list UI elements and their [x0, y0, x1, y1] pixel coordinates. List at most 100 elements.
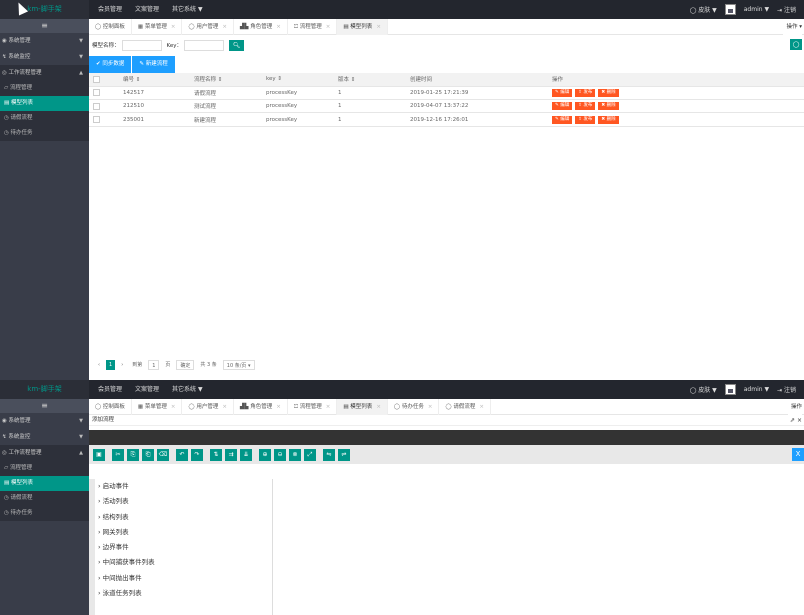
sync-button[interactable]: ✔ 同步数据 — [89, 55, 132, 73]
sidebar-sub-process[interactable]: ▱ 流程管理 — [0, 81, 89, 96]
zoom-in-icon[interactable]: ⊕ — [259, 448, 271, 461]
nav-member[interactable]: 会员管理 — [98, 380, 122, 399]
window-controls[interactable]: ⇗ × — [790, 415, 802, 426]
edit-button[interactable]: ✎ 编辑 — [552, 102, 573, 111]
tab-menu[interactable]: ▦ 菜单管理 × — [132, 399, 183, 415]
tab-dashboard[interactable]: ◯ 控制面板 — [89, 399, 132, 415]
checkbox[interactable] — [93, 89, 100, 97]
select-all-cell[interactable] — [89, 73, 119, 87]
close-icon[interactable]: × — [276, 404, 281, 410]
close-icon[interactable]: × — [479, 404, 484, 410]
publish-button[interactable]: ⇪ 发布 — [575, 115, 596, 124]
col-name[interactable]: 流程名称 ⇕ — [190, 73, 262, 87]
tab-leave[interactable]: ◯ 请假流程 × — [439, 399, 491, 415]
close-icon[interactable]: × — [376, 24, 381, 30]
col-id[interactable]: 编号 ⇕ — [119, 73, 190, 87]
tab-process[interactable]: ⏍ 流程管理 × — [288, 19, 338, 35]
align-vertical-icon[interactable]: ⇅ — [210, 448, 222, 461]
sidebar-item-system[interactable]: ◉ 系统管理 ▼ — [0, 413, 89, 429]
publish-button[interactable]: ⇪ 发布 — [575, 102, 596, 111]
avatar[interactable] — [724, 384, 736, 395]
next-page-button[interactable]: › — [118, 360, 126, 370]
row-select[interactable] — [89, 86, 119, 101]
close-icon[interactable]: × — [276, 24, 281, 30]
tab-dashboard[interactable]: ◯ 控制面板 — [89, 19, 132, 35]
checkbox[interactable] — [93, 75, 100, 83]
align-horizontal-icon[interactable]: ⇉ — [225, 448, 237, 461]
table-row[interactable]: 142517 请假流程 processKey 1 2019-01-25 17:2… — [89, 86, 804, 101]
copy-icon[interactable]: ⎘ — [127, 448, 139, 461]
close-icon[interactable]: × — [222, 24, 227, 30]
close-designer-button[interactable]: X — [792, 448, 804, 461]
sidebar-sub-models[interactable]: ▤ 模型列表 — [0, 476, 89, 491]
sidebar-sub-leave[interactable]: ◷ 请假流程 — [0, 491, 89, 506]
checkbox[interactable] — [93, 102, 100, 110]
close-icon[interactable]: × — [171, 404, 176, 410]
bend-remove-icon[interactable]: ⇌ — [338, 448, 350, 461]
page-1-button[interactable]: 1 — [106, 360, 116, 370]
table-row[interactable]: 235001 新建流程 processKey 1 2019-12-16 17:2… — [89, 112, 804, 127]
zoom-out-icon[interactable]: ⊖ — [274, 448, 286, 461]
close-icon[interactable]: × — [428, 404, 433, 410]
sidebar-sub-leave[interactable]: ◷ 请假流程 — [0, 111, 89, 126]
cut-icon[interactable]: ✂ — [112, 448, 124, 461]
tab-model-list[interactable]: ▤ 模型列表 × — [337, 399, 388, 415]
palette-gateways[interactable]: › 网关列表 — [95, 525, 272, 540]
sidebar-item-workflow[interactable]: ◎ 工作流程管理 ▲ — [0, 65, 89, 81]
tab-model-list[interactable]: ▤ 模型列表 × — [337, 19, 388, 35]
table-row[interactable]: 212510 测试流程 processKey 1 2019-04-07 13:3… — [89, 99, 804, 114]
menu-toggle-icon[interactable]: ≡ — [0, 399, 89, 413]
sidebar-item-monitor[interactable]: ↯ 系统监控 ▼ — [0, 429, 89, 445]
delete-icon[interactable]: ⌫ — [157, 448, 169, 461]
paste-icon[interactable]: ⎗ — [142, 448, 154, 461]
palette-start-events[interactable]: › 启动事件 — [95, 479, 272, 494]
checkbox[interactable] — [93, 116, 100, 124]
delete-button[interactable]: ✖ 删除 — [598, 115, 619, 124]
tab-user[interactable]: ◯ 用户管理 × — [182, 19, 234, 35]
user-menu[interactable]: admin ▼ — [744, 386, 769, 393]
app-logo[interactable]: km-脚手架 — [0, 0, 89, 19]
palette-throw-events[interactable]: › 中间抛出事件 — [95, 571, 272, 586]
skin-menu[interactable]: ◯ 皮肤 ▼ — [690, 5, 717, 14]
menu-toggle-icon[interactable]: ≡ — [0, 19, 89, 33]
user-menu[interactable]: admin ▼ — [744, 6, 769, 13]
tab-ops-menu[interactable]: 操作 — [787, 399, 802, 415]
row-select[interactable] — [89, 99, 119, 114]
tab-process[interactable]: ⏍ 流程管理 × — [288, 399, 338, 415]
delete-button[interactable]: ✖ 删除 — [598, 88, 619, 97]
key-input[interactable] — [184, 39, 224, 51]
close-icon[interactable]: × — [326, 24, 331, 30]
goto-page-input[interactable]: 1 — [148, 360, 160, 370]
close-icon[interactable]: × — [376, 404, 381, 410]
sidebar-sub-todo[interactable]: ◷ 待办任务 — [0, 126, 89, 141]
row-select[interactable] — [89, 112, 119, 127]
palette-boundary-events[interactable]: › 边界事件 — [95, 540, 272, 555]
logout-link[interactable]: ⇥ 注销 — [777, 5, 796, 14]
tab-role[interactable]: ▟▙ 角色管理 × — [234, 19, 288, 35]
design-canvas[interactable] — [274, 479, 804, 615]
goto-confirm-button[interactable]: 确定 — [176, 360, 195, 370]
close-icon[interactable]: × — [171, 24, 176, 30]
sidebar-sub-models[interactable]: ▤ 模型列表 — [0, 96, 89, 111]
search-button[interactable]: 🔍︎ — [229, 39, 244, 51]
publish-button[interactable]: ⇪ 发布 — [575, 88, 596, 97]
col-key[interactable]: key ⇕ — [262, 73, 334, 87]
model-name-input[interactable] — [121, 39, 162, 51]
prev-page-button[interactable]: ‹ — [95, 360, 103, 370]
same-size-icon[interactable]: ⇊ — [240, 448, 252, 461]
edit-button[interactable]: ✎ 编辑 — [552, 88, 573, 97]
tab-todo[interactable]: ◯ 待办任务 × — [388, 399, 440, 415]
save-icon[interactable]: ▣ — [93, 448, 105, 461]
palette-swimlanes[interactable]: › 泳道任务列表 — [95, 586, 272, 601]
app-logo[interactable]: km-脚手架 — [0, 380, 89, 399]
close-icon[interactable]: × — [222, 404, 227, 410]
col-version[interactable]: 版本 ⇕ — [334, 73, 406, 87]
sidebar-item-system[interactable]: ◉ 系统管理 ▼ — [0, 33, 89, 49]
redo-icon[interactable]: ↷ — [191, 448, 203, 461]
nav-other[interactable]: 其它系统 ▼ — [172, 0, 203, 19]
close-icon[interactable]: × — [326, 404, 331, 410]
page-size-select[interactable]: 10 条/页 ▾ — [222, 360, 255, 370]
palette-catch-events[interactable]: › 中间捕获事件列表 — [95, 555, 272, 570]
sidebar-sub-todo[interactable]: ◷ 待办任务 — [0, 506, 89, 521]
nav-copy[interactable]: 文案管理 — [135, 0, 159, 19]
